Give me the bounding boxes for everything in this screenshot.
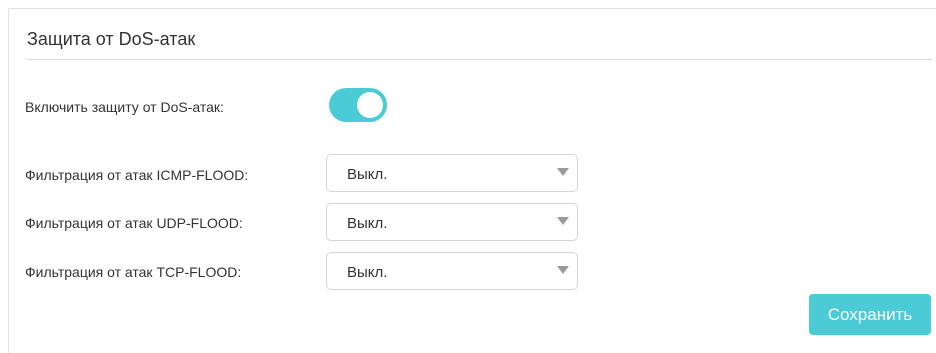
title-divider <box>27 59 932 60</box>
tcp-flood-label: Фильтрация от атак TCP-FLOOD: <box>25 264 242 280</box>
tcp-flood-value: Выкл. <box>347 264 388 281</box>
tcp-flood-select[interactable]: Выкл. <box>326 252 578 290</box>
icmp-flood-label: Фильтрация от атак ICMP-FLOOD: <box>25 167 249 183</box>
dos-protection-toggle[interactable] <box>329 88 387 122</box>
icmp-flood-value: Выкл. <box>347 166 388 183</box>
section-title: Защита от DoS-атак <box>27 29 196 49</box>
chevron-down-icon <box>557 217 569 225</box>
udp-flood-select[interactable]: Выкл. <box>326 203 578 241</box>
toggle-knob <box>357 92 383 118</box>
dos-protection-label: Включить защиту от DoS-атак: <box>25 99 224 115</box>
icmp-flood-select[interactable]: Выкл. <box>326 154 578 192</box>
udp-flood-label: Фильтрация от атак UDP-FLOOD: <box>25 215 243 231</box>
save-button[interactable]: Сохранить <box>809 294 931 335</box>
udp-flood-value: Выкл. <box>347 215 388 232</box>
dos-protection-panel: Защита от DoS-атак Включить защиту от Do… <box>8 8 936 353</box>
chevron-down-icon <box>557 266 569 274</box>
chevron-down-icon <box>557 168 569 176</box>
